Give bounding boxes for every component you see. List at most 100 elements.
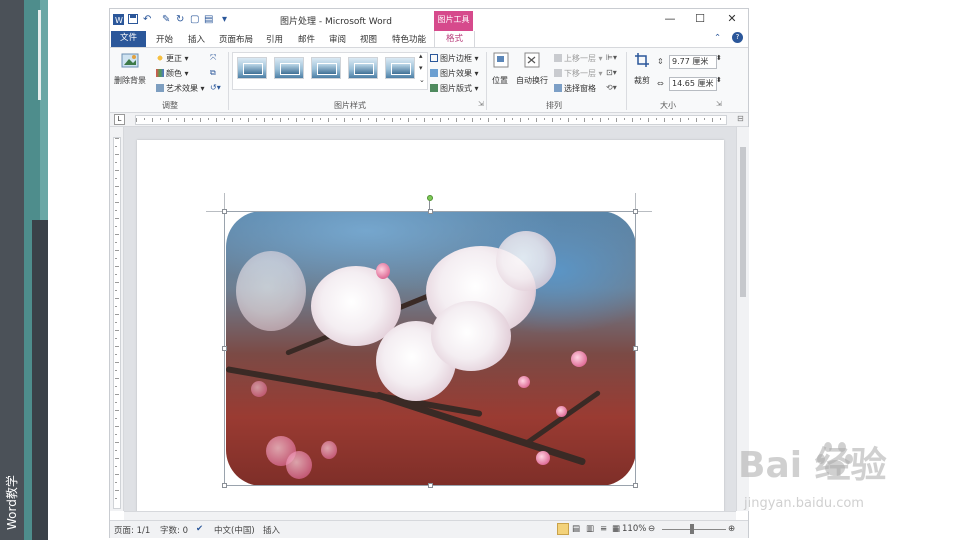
send-backward-button[interactable]: 下移一层 ▾ xyxy=(554,68,603,79)
tab-insert[interactable]: 插入 xyxy=(188,33,205,45)
sun-icon xyxy=(156,54,164,62)
tab-review[interactable]: 审阅 xyxy=(329,33,346,45)
ribbon: 删除背景 更正 ▾ 颜色 ▾ 艺术效果 ▾ ⤧ ⧉ ↺▾ 调整 ▴ ▾ ⌄ 图片… xyxy=(110,48,748,113)
remove-background-icon[interactable] xyxy=(120,52,140,70)
selection-frame[interactable] xyxy=(224,211,636,486)
gallery-scroll-up-icon[interactable]: ▴ xyxy=(419,52,423,60)
zoom-slider[interactable] xyxy=(662,529,726,530)
tab-home[interactable]: 开始 xyxy=(156,33,173,45)
horizontal-ruler[interactable]: L ⊟ xyxy=(110,113,748,127)
position-icon[interactable] xyxy=(493,52,509,68)
tab-features[interactable]: 特色功能 xyxy=(392,33,426,45)
width-spin-icon[interactable]: ⬍ xyxy=(716,76,722,84)
draft-view-icon[interactable]: ▦ xyxy=(612,524,620,534)
help-icon[interactable]: ? xyxy=(732,32,743,43)
redo-icon[interactable]: ↻ xyxy=(176,14,184,25)
resize-handle-se[interactable] xyxy=(633,483,638,488)
format-painter-icon[interactable]: ✎ xyxy=(162,14,170,25)
wrap-text-icon[interactable] xyxy=(524,52,540,68)
gallery-scroll-down-icon[interactable]: ▾ xyxy=(419,64,423,72)
tab-references[interactable]: 引用 xyxy=(266,33,283,45)
position-button[interactable]: 位置 xyxy=(492,75,508,86)
proofing-icon[interactable]: ✔ xyxy=(196,524,203,534)
artistic-icon xyxy=(156,84,164,92)
resize-handle-w[interactable] xyxy=(222,346,227,351)
resize-handle-ne[interactable] xyxy=(633,209,638,214)
rotate-handle-icon[interactable] xyxy=(427,195,433,201)
tab-page-layout[interactable]: 页面布局 xyxy=(219,33,253,45)
page-count[interactable]: 页面: 1/1 xyxy=(114,524,150,536)
ruler-toggle-icon[interactable]: ⊟ xyxy=(737,114,744,123)
collapse-ribbon-icon[interactable]: ⌃ xyxy=(714,33,721,43)
bring-forward-icon xyxy=(554,54,562,62)
picture-style-5[interactable] xyxy=(385,57,415,79)
resize-handle-s[interactable] xyxy=(428,483,433,488)
selection-pane-button[interactable]: 选择窗格 xyxy=(554,83,596,94)
correct-button[interactable]: 更正 ▾ xyxy=(156,53,189,64)
size-dialog-launcher-icon[interactable]: ⇲ xyxy=(716,100,722,108)
close-icon[interactable]: ✕ xyxy=(722,12,742,26)
minimize-icon[interactable]: — xyxy=(660,12,680,26)
color-button[interactable]: 颜色 ▾ xyxy=(156,68,189,79)
rotate-icon[interactable]: ⟲▾ xyxy=(606,83,617,92)
reset-picture-icon[interactable]: ↺▾ xyxy=(210,83,221,92)
insert-mode-indicator[interactable]: 插入 xyxy=(263,524,280,536)
resize-handle-nw[interactable] xyxy=(222,209,227,214)
zoom-in-icon[interactable]: ⊕ xyxy=(728,524,735,534)
height-input[interactable]: 9.77 厘米 xyxy=(669,55,717,69)
change-picture-icon[interactable]: ⧉ xyxy=(210,68,216,78)
picture-layout-button[interactable]: 图片版式 ▾ xyxy=(430,83,479,94)
group-icon[interactable]: ⊡▾ xyxy=(606,68,617,77)
full-screen-view-icon[interactable]: ▤ xyxy=(572,524,580,534)
picture-style-3[interactable] xyxy=(311,57,341,79)
gallery-more-icon[interactable]: ⌄ xyxy=(419,76,425,84)
tab-view[interactable]: 视图 xyxy=(360,33,377,45)
zoom-out-icon[interactable]: ⊖ xyxy=(648,524,655,534)
maximize-icon[interactable]: ☐ xyxy=(690,12,710,26)
crop-icon[interactable] xyxy=(634,52,650,68)
zoom-slider-thumb[interactable] xyxy=(690,524,694,534)
language-indicator[interactable]: 中文(中国) xyxy=(214,524,255,536)
print-layout-view-icon[interactable] xyxy=(557,523,569,535)
horizontal-scrollbar[interactable] xyxy=(124,511,736,520)
picture-border-button[interactable]: 图片边框 ▾ xyxy=(430,53,479,64)
svg-text:W: W xyxy=(115,16,123,25)
wrap-text-button[interactable]: 自动换行 xyxy=(516,75,548,86)
tab-format[interactable]: 格式 xyxy=(434,31,475,47)
word-count[interactable]: 字数: 0 xyxy=(160,524,188,536)
watermark-logo: Bai 经验 xyxy=(738,445,887,486)
crop-button[interactable]: 裁剪 xyxy=(634,75,650,86)
picture-style-2[interactable] xyxy=(274,57,304,79)
height-spin-icon[interactable]: ⬍ xyxy=(716,54,722,62)
print-preview-icon[interactable]: ▤ xyxy=(204,14,213,25)
resize-handle-sw[interactable] xyxy=(222,483,227,488)
zoom-level[interactable]: 110% xyxy=(622,524,646,534)
picture-style-1[interactable] xyxy=(237,57,267,79)
outline-view-icon[interactable]: ≡ xyxy=(600,524,607,534)
border-icon xyxy=(430,54,438,62)
width-input[interactable]: 14.65 厘米 xyxy=(669,77,717,91)
artistic-effects-button[interactable]: 艺术效果 ▾ xyxy=(156,83,205,94)
tab-selector-icon[interactable]: L xyxy=(114,114,125,125)
title-bar: W ↶ ✎ ↻ ▢ ▤ ▾ 图片处理 - Microsoft Word 图片工具… xyxy=(110,9,748,31)
save-icon[interactable] xyxy=(128,14,138,27)
undo-icon[interactable]: ↶ xyxy=(143,14,151,25)
word-logo-icon: W xyxy=(113,14,124,28)
compress-pictures-icon[interactable]: ⤧ xyxy=(210,53,216,63)
resize-handle-e[interactable] xyxy=(633,346,638,351)
align-icon[interactable]: ⊫▾ xyxy=(606,53,617,62)
vertical-ruler[interactable] xyxy=(110,127,124,511)
new-doc-icon[interactable]: ▢ xyxy=(190,14,199,25)
picture-effects-button[interactable]: 图片效果 ▾ xyxy=(430,68,479,79)
styles-dialog-launcher-icon[interactable]: ⇲ xyxy=(478,100,484,108)
adjust-group-label: 调整 xyxy=(162,101,178,110)
side-label: Word教学 xyxy=(5,475,19,530)
picture-style-4[interactable] xyxy=(348,57,378,79)
remove-background-button[interactable]: 删除背景 xyxy=(114,75,146,86)
scroll-thumb[interactable] xyxy=(740,147,746,297)
tab-file[interactable]: 文件 xyxy=(111,31,146,47)
tab-mailings[interactable]: 邮件 xyxy=(298,33,315,45)
customize-qa-icon[interactable]: ▾ xyxy=(222,14,227,25)
bring-forward-button[interactable]: 上移一层 ▾ xyxy=(554,53,603,64)
web-layout-view-icon[interactable]: ▥ xyxy=(586,524,594,534)
